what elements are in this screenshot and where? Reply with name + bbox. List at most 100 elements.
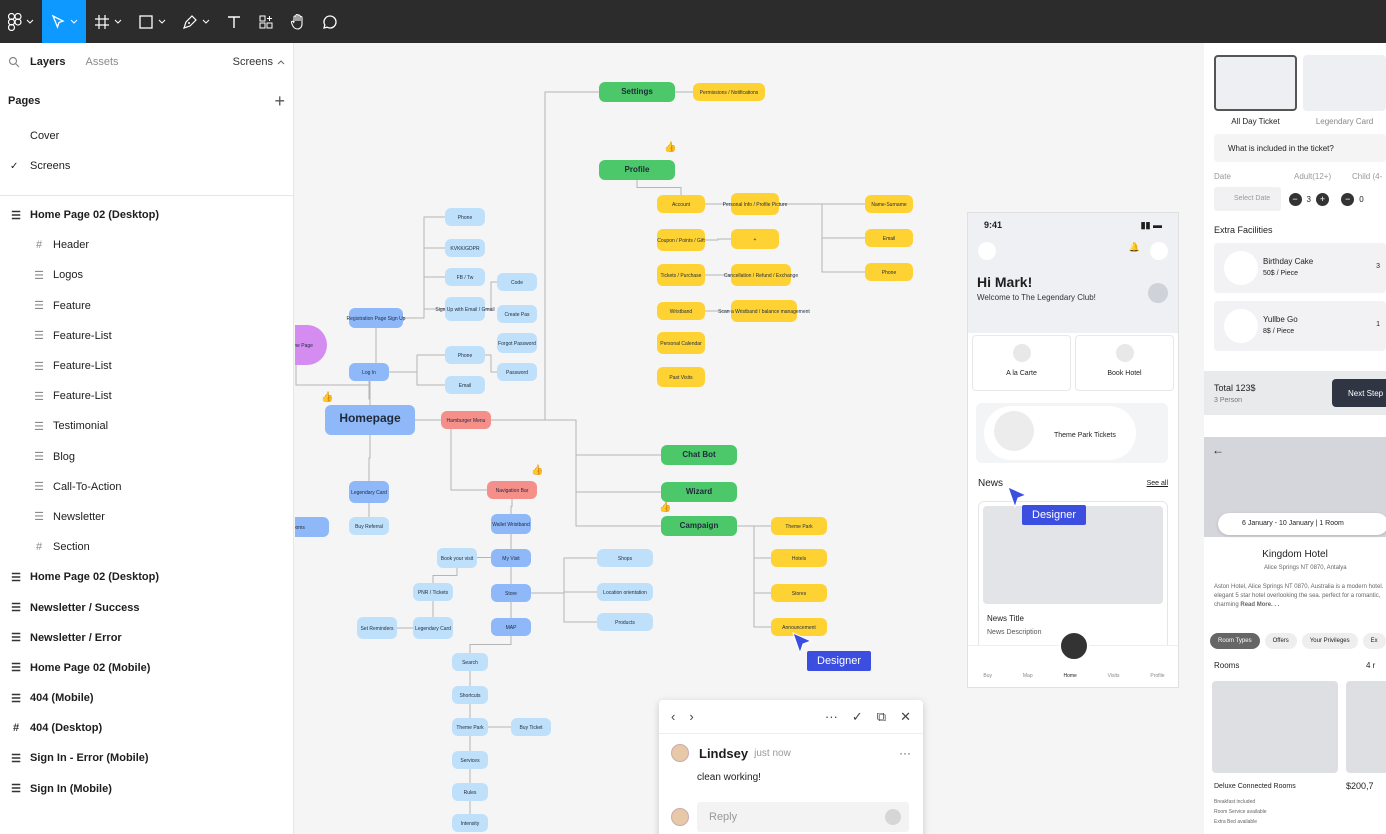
tab-layers[interactable]: Layers bbox=[30, 56, 65, 68]
layer-item[interactable]: ☰ Feature-List bbox=[0, 321, 293, 351]
comment-more-button[interactable]: ··· bbox=[899, 746, 911, 760]
minus-icon[interactable]: − bbox=[1288, 192, 1302, 206]
layer-item[interactable]: #404 (Desktop) bbox=[0, 713, 293, 743]
bell-icon[interactable]: 🔔 bbox=[1129, 242, 1140, 260]
next-comment-button[interactable]: › bbox=[689, 709, 693, 724]
layer-item[interactable]: ☰ Home Page 02 (Mobile) bbox=[0, 653, 293, 683]
layer-item[interactable]: # Header bbox=[0, 230, 293, 260]
flow-node-chatbot[interactable]: Chat Bot bbox=[661, 445, 737, 465]
layer-item[interactable]: ☰ Newsletter bbox=[0, 502, 293, 532]
flow-node-services[interactable]: Services bbox=[452, 751, 488, 769]
tab-visits[interactable]: Visits bbox=[1108, 673, 1120, 679]
flow-node-cancel[interactable]: Cancellation / Refund / Exchange bbox=[724, 264, 798, 286]
flow-node-store[interactable]: Store bbox=[491, 584, 531, 602]
date-input[interactable]: Select Date bbox=[1214, 187, 1281, 211]
flow-node-search[interactable]: Search bbox=[452, 653, 488, 671]
resources-button[interactable] bbox=[250, 0, 282, 43]
page-selector[interactable]: Screens bbox=[233, 56, 285, 68]
flow-node-kvkk[interactable]: KVKK/GDPR bbox=[445, 239, 485, 257]
flow-node-themepark[interactable]: Theme Park bbox=[771, 517, 827, 535]
child-stepper[interactable]: −0 bbox=[1341, 192, 1386, 206]
flow-node-scan[interactable]: Scan a Wristband / balance management bbox=[718, 300, 810, 322]
book-hotel-card[interactable]: Book Hotel bbox=[1075, 335, 1174, 391]
flow-node-themepark2[interactable]: Theme Park bbox=[452, 718, 488, 736]
flow-node-buyticket[interactable]: Buy Ticket bbox=[511, 718, 551, 736]
flow-node-wrist[interactable]: Wristband bbox=[657, 302, 705, 320]
more-options-button[interactable]: ··· bbox=[825, 709, 838, 724]
a-la-carte-card[interactable]: A la Carte bbox=[972, 335, 1071, 391]
flow-node-pnr[interactable]: PNR / Tickets bbox=[413, 583, 453, 601]
flow-node-forgot[interactable]: Forgot Password bbox=[497, 333, 537, 353]
previous-comment-button[interactable]: ‹ bbox=[671, 709, 675, 724]
room-image-placeholder[interactable] bbox=[1212, 681, 1338, 773]
layer-item[interactable]: ☰ Sign In - Error (Mobile) bbox=[0, 743, 293, 773]
flow-node-pinfo[interactable]: Personal Info / Profile Picture bbox=[723, 193, 788, 215]
flow-node-past[interactable]: Past Visits bbox=[657, 367, 705, 387]
page-item-cover[interactable]: Cover bbox=[0, 121, 293, 151]
plus-icon[interactable]: + bbox=[1315, 192, 1329, 206]
hand-tool-button[interactable] bbox=[282, 0, 314, 43]
tab-buy[interactable]: Buy bbox=[983, 673, 992, 679]
layer-item[interactable]: ☰ Feature bbox=[0, 291, 293, 321]
theme-park-tickets-card[interactable]: Theme Park Tickets bbox=[976, 403, 1168, 463]
flow-node-email2[interactable]: Email bbox=[865, 229, 913, 247]
flow-node-products[interactable]: Products bbox=[597, 613, 653, 631]
send-icon[interactable] bbox=[885, 809, 901, 825]
tab-assets[interactable]: Assets bbox=[85, 56, 118, 68]
back-arrow-icon[interactable]: ← bbox=[1212, 443, 1224, 457]
flow-node-fs[interactable]: FB / Tw bbox=[445, 268, 485, 286]
flow-node-profile[interactable]: Profile bbox=[599, 160, 675, 180]
facility-item[interactable]: Yullbe Go 8$ / Piece 1 bbox=[1214, 301, 1386, 351]
reply-input[interactable]: Reply bbox=[697, 802, 909, 832]
flow-node-hamb[interactable]: Hamburger Menu bbox=[441, 411, 491, 429]
flow-node-legcard2[interactable]: Legendary Card bbox=[413, 617, 453, 639]
main-menu-button[interactable] bbox=[0, 0, 42, 43]
flow-node-plus[interactable]: + bbox=[731, 229, 779, 249]
flow-node-pcal[interactable]: Personal Calendar bbox=[657, 332, 705, 354]
tab-offers[interactable]: Offers bbox=[1264, 633, 1297, 649]
flow-node-wallet[interactable]: Wallet Wristband bbox=[491, 514, 531, 534]
flow-node-rules[interactable]: Rules bbox=[452, 783, 488, 801]
flow-node-perm[interactable]: Permissions / Notifications bbox=[693, 83, 765, 101]
layer-item[interactable]: # Section bbox=[0, 532, 293, 562]
flow-node-password[interactable]: Password bbox=[497, 363, 537, 381]
layer-item[interactable]: ☰ Testimonial bbox=[0, 411, 293, 441]
minus-icon[interactable]: − bbox=[1341, 192, 1355, 206]
legendary-card-thumb[interactable] bbox=[1303, 55, 1386, 111]
layer-item[interactable]: ☰ Newsletter / Success bbox=[0, 592, 293, 622]
move-tool-button[interactable] bbox=[42, 0, 86, 43]
tab-profile[interactable]: Profile bbox=[1150, 673, 1164, 679]
flow-node-intensity[interactable]: Intensity bbox=[452, 814, 488, 832]
flow-node-campaign[interactable]: Campaign bbox=[661, 516, 737, 536]
tab-map[interactable]: Map bbox=[1023, 673, 1033, 679]
add-page-button[interactable]: + bbox=[274, 91, 285, 112]
flow-node-hotels[interactable]: Hotels bbox=[771, 549, 827, 567]
flow-node-buyref[interactable]: Buy Referral bbox=[349, 517, 389, 535]
flow-node-bookvisit[interactable]: Book your visit bbox=[437, 548, 477, 568]
flow-node-homepage[interactable]: Homepage bbox=[325, 405, 415, 435]
flow-node-setrem[interactable]: Set Reminders bbox=[357, 617, 397, 639]
flow-node-settings[interactable]: Settings bbox=[599, 82, 675, 102]
comment-tool-button[interactable] bbox=[314, 0, 346, 43]
layer-item[interactable]: ☰ 404 (Mobile) bbox=[0, 683, 293, 713]
facility-item[interactable]: Birthday Cake 50$ / Piece 3 bbox=[1214, 243, 1386, 293]
layer-item[interactable]: ☰ Blog bbox=[0, 442, 293, 472]
flow-node-account[interactable]: Account bbox=[657, 195, 705, 213]
resolve-check-icon[interactable]: ✓ bbox=[852, 709, 863, 725]
search-icon[interactable] bbox=[1148, 283, 1168, 303]
page-item-screens[interactable]: ✓ Screens bbox=[0, 151, 293, 181]
tab-room-types[interactable]: Room Types bbox=[1210, 633, 1260, 649]
shape-tool-button[interactable] bbox=[130, 0, 174, 43]
facility-qty[interactable]: 1 bbox=[1376, 321, 1380, 328]
flow-node-rooms[interactable]: Rooms bbox=[295, 517, 329, 537]
layer-item[interactable]: ☰ Home Page 02 (Desktop) bbox=[0, 562, 293, 592]
camera-icon[interactable] bbox=[978, 242, 996, 260]
layer-item[interactable]: ☰ Feature-List bbox=[0, 381, 293, 411]
all-day-ticket-thumb[interactable] bbox=[1214, 55, 1298, 111]
read-more-link[interactable]: Read More. . . bbox=[1240, 602, 1279, 608]
layer-item[interactable]: ☰ Newsletter / Error bbox=[0, 623, 293, 653]
flow-node-locor[interactable]: Location orientation bbox=[597, 583, 653, 601]
flow-node-tickets[interactable]: Tickets / Purchase bbox=[657, 264, 705, 286]
flow-node-namesur[interactable]: Name-Surname bbox=[865, 195, 913, 213]
flow-node-signupwith[interactable]: Sign Up with Email / Gmail bbox=[435, 297, 495, 321]
